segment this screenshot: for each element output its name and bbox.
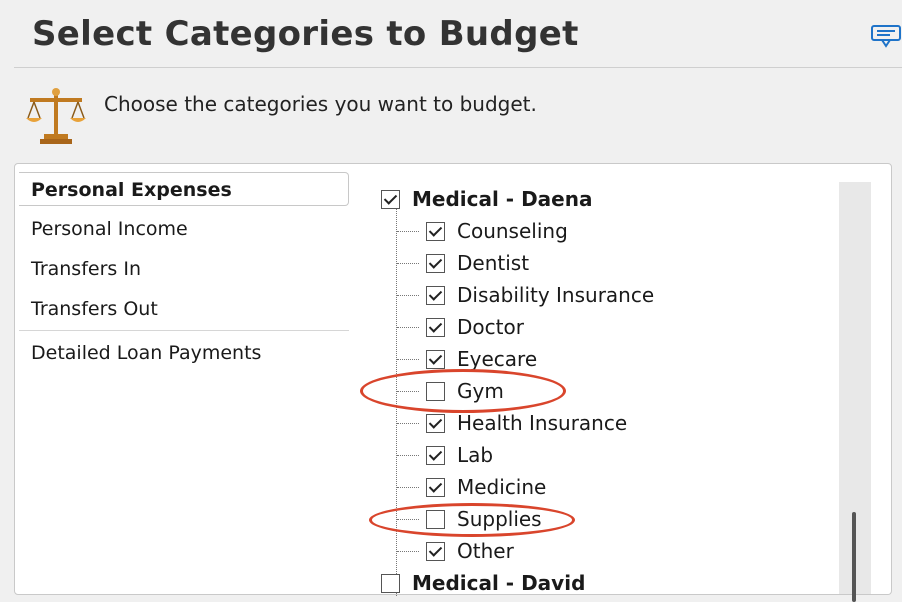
tree-item-other[interactable]: Other — [426, 535, 514, 567]
tree-connector-branch — [397, 455, 419, 456]
checkbox[interactable] — [381, 573, 400, 593]
tree-item-supplies[interactable]: Supplies — [426, 503, 542, 535]
tree-item-label: Counseling — [457, 219, 568, 243]
page-title: Select Categories to Budget — [32, 14, 579, 54]
tree-connector-branch — [397, 487, 419, 488]
tree-parent-label: Medical - Daena — [412, 187, 593, 211]
checkbox[interactable] — [426, 285, 445, 305]
tree-connector-branch — [397, 295, 419, 296]
tree-item-lab[interactable]: Lab — [426, 439, 493, 471]
categories-panel: Personal Expenses Personal Income Transf… — [14, 163, 892, 602]
tree-item-label: Eyecare — [457, 347, 538, 371]
tree-parent-label: Medical - David — [412, 571, 586, 595]
checkbox[interactable] — [426, 413, 445, 433]
tree-item-label: Health Insurance — [457, 411, 628, 435]
checkbox[interactable] — [426, 349, 445, 369]
tree-item-label: Medicine — [457, 475, 547, 499]
tree-item-eyecare[interactable]: Eyecare — [426, 343, 537, 375]
checkbox[interactable] — [426, 509, 445, 529]
checkbox[interactable] — [426, 477, 445, 497]
tree-parent-medical-daena[interactable]: Medical - Daena — [381, 183, 592, 215]
checkbox[interactable] — [426, 317, 445, 337]
message-icon[interactable] — [870, 22, 902, 48]
tree-item-doctor[interactable]: Doctor — [426, 311, 524, 343]
category-tree: Medical - Daena Counseling Dentist Disab… — [15, 164, 835, 596]
tree-item-counseling[interactable]: Counseling — [426, 215, 568, 247]
tree-item-label: Lab — [457, 443, 494, 467]
instruction-text: Choose the categories you want to budget… — [104, 92, 537, 116]
tree-connector-branch — [397, 519, 419, 520]
tree-connector-branch — [397, 231, 419, 232]
tree-item-label: Dentist — [457, 251, 530, 275]
tree-item-label: Gym — [457, 379, 504, 403]
tree-connector-branch — [397, 423, 419, 424]
tree-connector-branch — [397, 551, 419, 552]
tree-connector-branch — [397, 327, 419, 328]
tree-item-dentist[interactable]: Dentist — [426, 247, 529, 279]
scales-icon — [26, 88, 86, 144]
checkbox[interactable] — [426, 253, 445, 273]
tree-item-label: Other — [457, 539, 514, 563]
tree-item-gym[interactable]: Gym — [426, 375, 504, 407]
tree-item-disability-insurance[interactable]: Disability Insurance — [426, 279, 654, 311]
header-divider — [14, 67, 902, 68]
scrollbar[interactable] — [839, 182, 871, 602]
scrollbar-thumb[interactable] — [852, 512, 856, 602]
tree-item-label: Disability Insurance — [457, 283, 655, 307]
tree-item-medicine[interactable]: Medicine — [426, 471, 546, 503]
tree-connector-branch — [397, 359, 419, 360]
checkbox[interactable] — [426, 541, 445, 561]
tree-connector — [396, 208, 397, 596]
checkbox[interactable] — [426, 445, 445, 465]
tree-parent-medical-david[interactable]: Medical - David — [381, 567, 585, 599]
checkbox[interactable] — [426, 221, 445, 241]
tree-item-health-insurance[interactable]: Health Insurance — [426, 407, 627, 439]
tree-connector-branch — [397, 263, 419, 264]
checkbox[interactable] — [381, 189, 400, 209]
tree-item-label: Doctor — [457, 315, 524, 339]
tree-item-label: Supplies — [457, 507, 542, 531]
tree-connector-branch — [397, 391, 419, 392]
checkbox[interactable] — [426, 381, 445, 401]
